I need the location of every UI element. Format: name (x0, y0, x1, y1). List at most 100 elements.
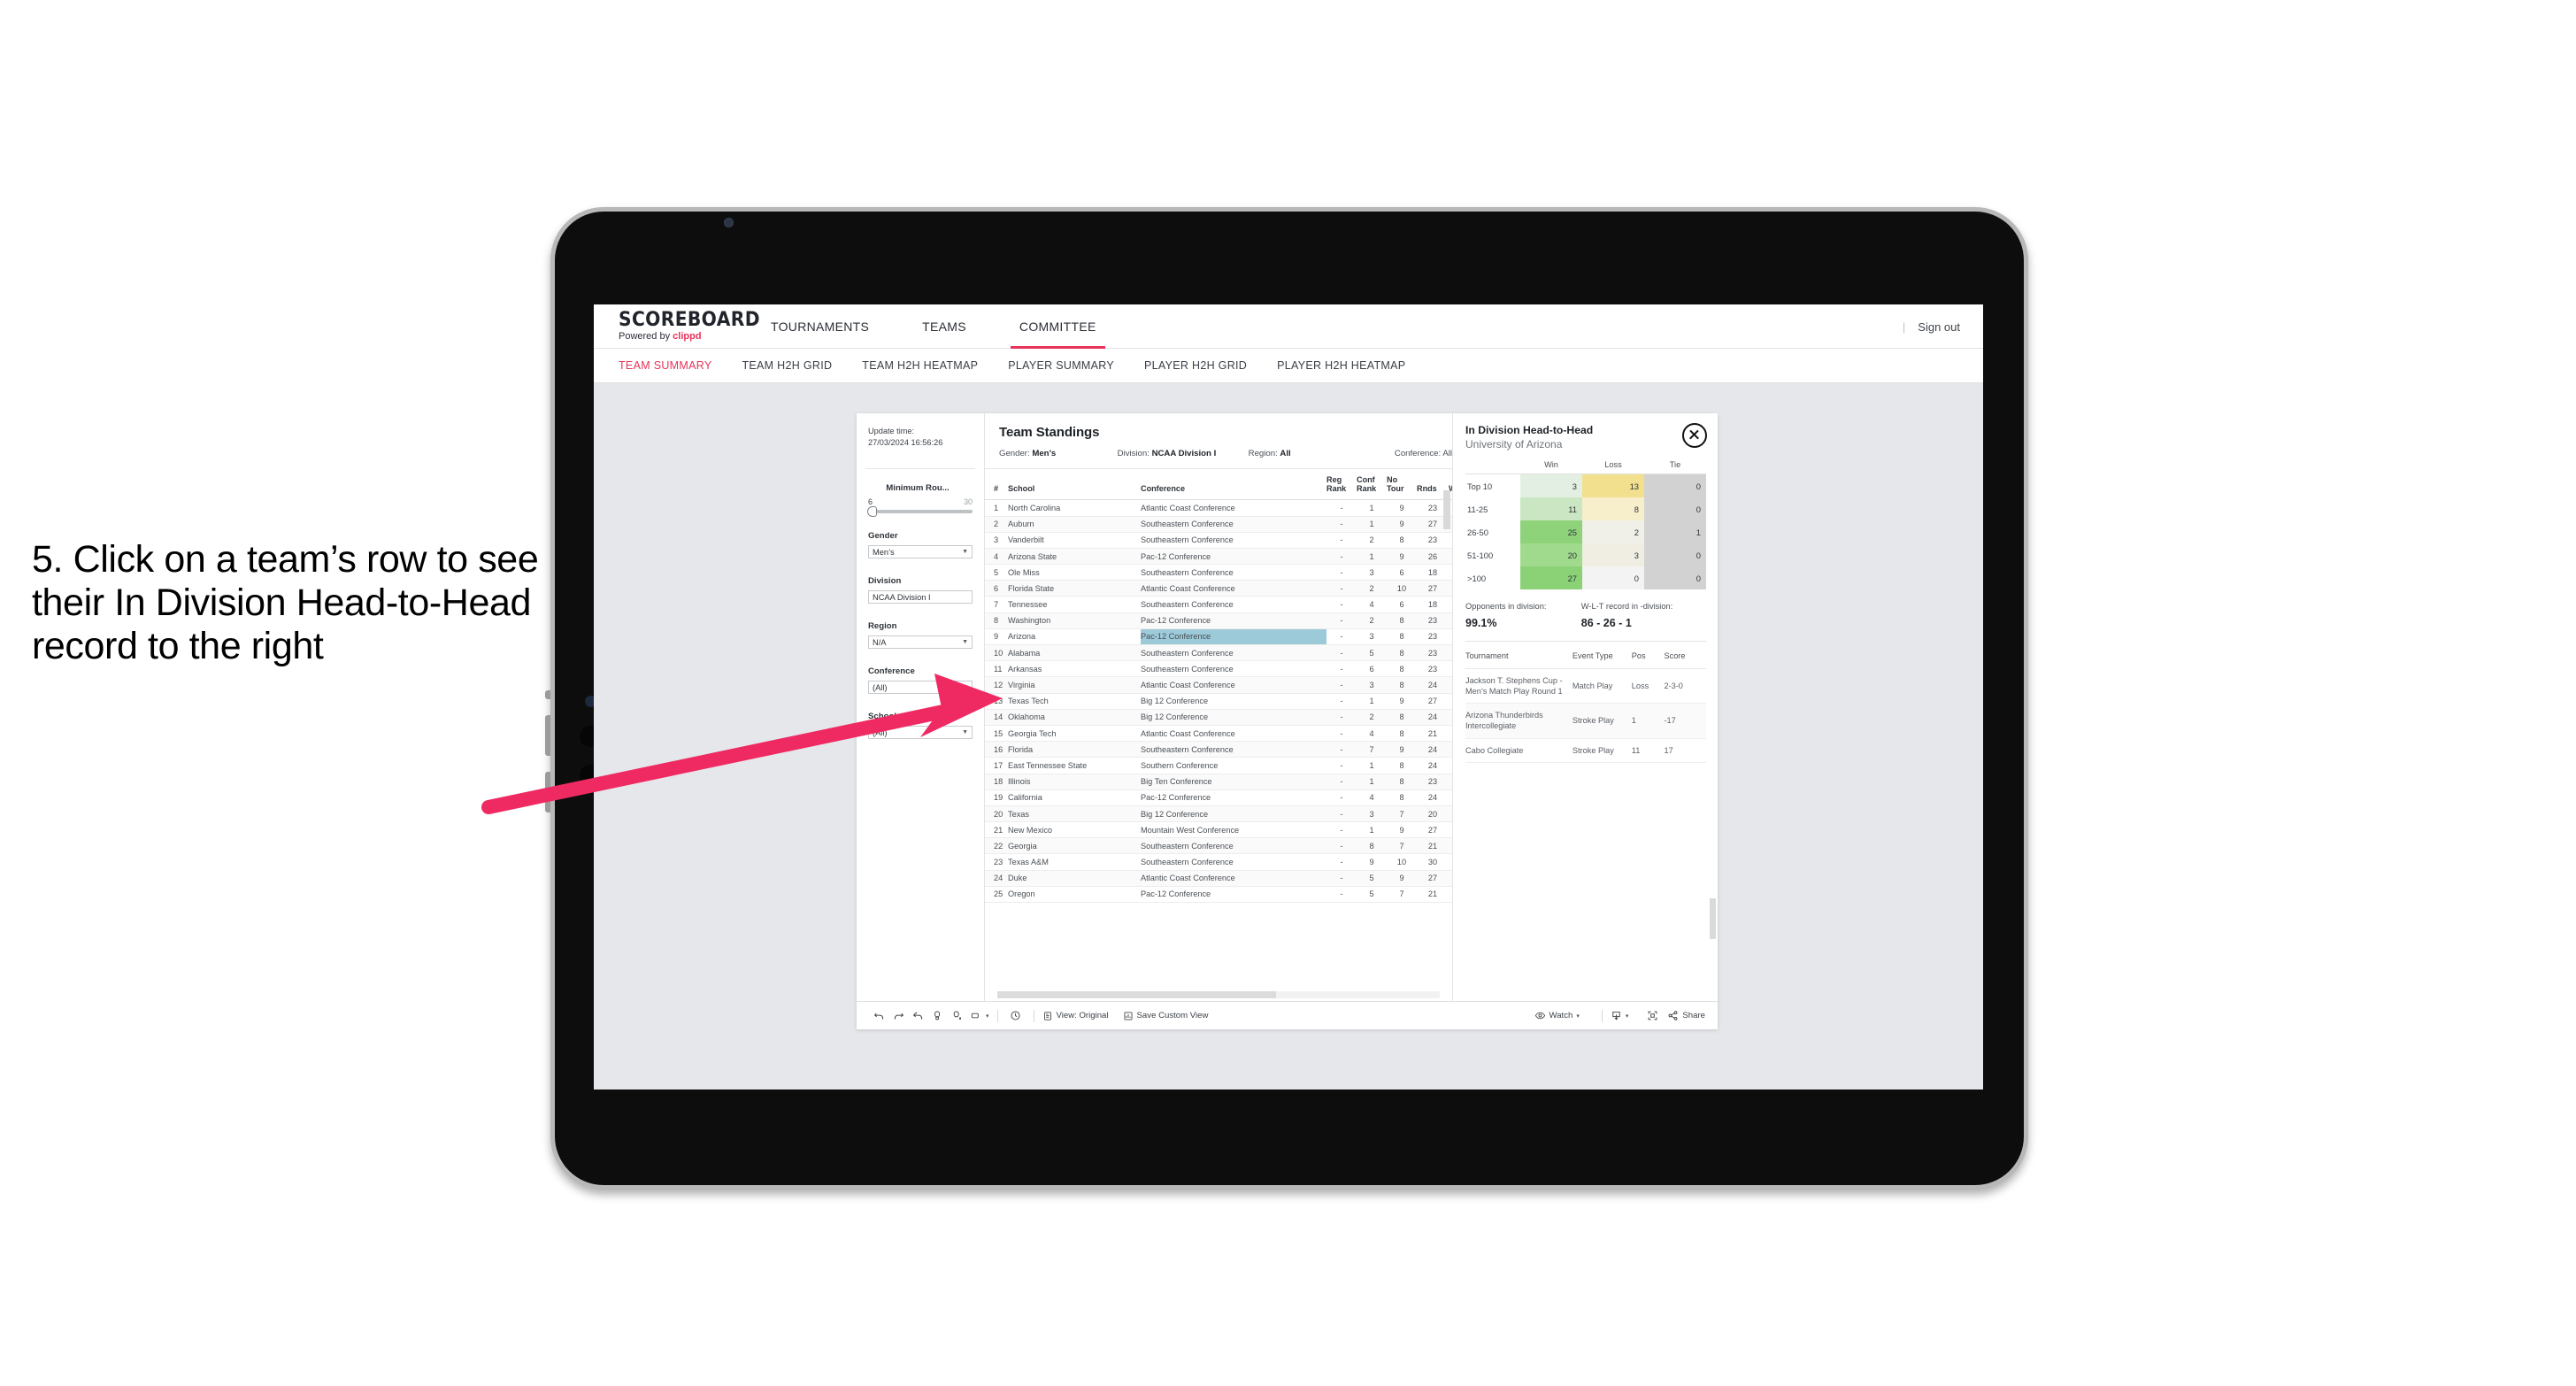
share-button[interactable]: Share (1667, 1010, 1705, 1021)
device-layout-icon[interactable] (966, 1006, 986, 1026)
tab-player-h2h-heatmap[interactable]: PLAYER H2H HEATMAP (1277, 359, 1405, 372)
division-select[interactable]: NCAA Division I (868, 590, 973, 604)
table-row[interactable]: 12 Virginia Atlantic Coast Conference -3 8 24… (985, 676, 1452, 694)
pause-refresh-icon[interactable] (947, 1006, 966, 1026)
filter-divider (865, 468, 975, 470)
page-root: 5. Click on a team’s row to see their In… (0, 0, 2576, 1386)
table-row[interactable]: 8WashingtonPac-12 Conference-28231 (985, 612, 1452, 629)
h2h-row: 51-100 20 3 0 (1465, 543, 1706, 566)
tab-player-h2h-grid[interactable]: PLAYER H2H GRID (1144, 359, 1247, 372)
fullscreen-icon[interactable] (1642, 1006, 1662, 1026)
table-row[interactable]: 6 Florida State Atlantic Coast Conference -… (985, 580, 1452, 597)
tab-team-h2h-heatmap[interactable]: TEAM H2H HEATMAP (862, 359, 978, 372)
cell-reg-rank: - (1326, 725, 1357, 743)
table-row[interactable]: 16FloridaSoutheastern Conference-79244 (985, 741, 1452, 758)
refresh-data-icon[interactable] (927, 1006, 947, 1026)
conference-select[interactable]: (All) ▼ (868, 681, 973, 695)
table-row[interactable]: 1 North Carolina Atlantic Coast Conference… (985, 499, 1452, 517)
table-row[interactable]: 5Ole MissSoutheastern Conference-36181 (985, 564, 1452, 581)
cell-conf-rank: 6 (1357, 660, 1387, 678)
table-row[interactable]: 22GeorgiaSoutheastern Conference-87211 (985, 837, 1452, 855)
cell-conference: Mountain West Conference (1141, 821, 1326, 839)
cell-reg-rank: - (1326, 676, 1357, 694)
nav-tournaments[interactable]: TOURNAMENTS (767, 304, 873, 349)
nav-teams[interactable]: TEAMS (919, 304, 970, 349)
detail-title: In Division Head-to-Head (1465, 424, 1594, 436)
cell-school: Auburn (1008, 516, 1141, 533)
col-conf-rank[interactable]: Conf Rank (1357, 469, 1387, 501)
table-row[interactable]: 23 Texas A&M Southeastern Conference -9 10 30… (985, 853, 1452, 871)
table-row[interactable]: 11ArkansasSoutheastern Conference-68232 (985, 660, 1452, 678)
table-row[interactable]: 4Arizona StatePac-12 Conference-19261 (985, 548, 1452, 566)
region-select[interactable]: N/A ▼ (868, 635, 973, 650)
tournament-row[interactable]: Cabo Collegiate Stroke Play 11 17 (1465, 738, 1706, 763)
table-row[interactable]: 19CaliforniaPac-12 Conference-48242 (985, 789, 1452, 806)
col-reg-rank[interactable]: Reg Rank (1326, 469, 1357, 501)
slider-handle[interactable] (867, 506, 877, 518)
download-button[interactable]: ▾ (1611, 1010, 1628, 1021)
layout-caret-icon[interactable]: ▾ (986, 1013, 989, 1020)
table-row[interactable]: 3VanderbiltSoutheastern Conference-28235 (985, 532, 1452, 549)
tab-team-summary[interactable]: TEAM SUMMARY (619, 359, 711, 372)
cell-conference: Big 12 Conference (1141, 693, 1326, 710)
tab-team-h2h-grid[interactable]: TEAM H2H GRID (742, 359, 832, 372)
tournament-scrollbar[interactable] (1710, 898, 1716, 939)
scrollbar-thumb[interactable] (997, 991, 1276, 998)
redo-icon[interactable] (888, 1006, 908, 1026)
cell-reg-rank: - (1326, 741, 1357, 758)
table-row[interactable]: 2AuburnSoutheastern Conference-19276 (985, 516, 1452, 533)
cell-event-type: Stroke Play (1572, 738, 1632, 763)
standings-vertical-scrollbar[interactable] (1443, 490, 1450, 529)
watch-label: Watch (1549, 1011, 1573, 1020)
minimum-rounds-slider[interactable] (867, 506, 973, 518)
gender-select[interactable]: Men’s ▼ (868, 545, 973, 559)
sign-out-link[interactable]: Sign out (1918, 320, 1960, 334)
table-row[interactable]: 10AlabamaSoutheastern Conference-58233 (985, 644, 1452, 662)
standings-horizontal-scrollbar[interactable] (997, 991, 1440, 998)
filter-gender: Gender Men’s ▼ (857, 531, 984, 559)
tournament-row[interactable]: Arizona Thunderbirds Intercollegiate Stro… (1465, 703, 1706, 739)
history-clock-icon[interactable] (1006, 1006, 1026, 1026)
watch-button[interactable]: Watch ▾ (1534, 1010, 1580, 1021)
close-icon[interactable] (1682, 423, 1707, 448)
record-label: W-L-T record in -division: (1580, 602, 1673, 611)
table-row[interactable]: 7TennesseeSoutheastern Conference-46182 (985, 596, 1452, 613)
undo-icon[interactable] (869, 1006, 888, 1026)
save-custom-view-button[interactable]: Save Custom View (1123, 1011, 1208, 1021)
table-row[interactable]: 25OregonPac-12 Conference-57210 (985, 886, 1452, 904)
table-row[interactable]: 15 Georgia Tech Atlantic Coast Conference -… (985, 725, 1452, 743)
h2h-col-loss: Loss (1582, 460, 1644, 474)
table-row[interactable]: 24DukeAtlantic Coast Conference-59271 (985, 870, 1452, 887)
col-conference[interactable]: Conference (1141, 469, 1326, 501)
tab-player-summary[interactable]: PLAYER SUMMARY (1008, 359, 1114, 372)
scoreboard-logo[interactable]: SCOREBOARD Powered by clippd (594, 311, 760, 342)
nav-committee[interactable]: COMMITTEE (1010, 304, 1105, 349)
dashboard-card: Update time: 27/03/2024 16:56:26 Minimum… (857, 413, 1718, 1029)
summary-opponents: Opponents in division: 99.1% (1465, 602, 1574, 629)
cell-school: Arizona State (1008, 548, 1141, 566)
col-no-tour[interactable]: No Tour (1387, 469, 1417, 501)
cell-pos: Loss (1631, 668, 1665, 705)
division-label: Division (868, 576, 902, 587)
table-row[interactable]: 18IllinoisBig Ten Conference-18233 (985, 774, 1452, 790)
col-rank[interactable]: # (985, 469, 1008, 501)
revert-icon[interactable] (908, 1006, 927, 1026)
conference-value: (All) (873, 682, 888, 692)
table-row[interactable]: 9ArizonaPac-12 Conference-38232 (985, 628, 1452, 646)
table-row[interactable]: 20TexasBig 12 Conference-37200 (985, 805, 1452, 823)
table-row[interactable]: 17 East Tennessee State Southern Conferenc… (985, 757, 1452, 774)
table-row[interactable]: 13Texas TechBig 12 Conference-19272 (985, 693, 1452, 710)
cell-no-tour: 9 (1387, 516, 1417, 533)
tournament-row[interactable]: Jackson T. Stephens Cup - Men’s Match Pl… (1465, 668, 1706, 705)
cell-rank: 7 (985, 596, 1008, 613)
table-row[interactable]: 14OklahomaBig 12 Conference-28242 (985, 709, 1452, 726)
cell-conference: Southeastern Conference (1141, 532, 1326, 549)
view-original-button[interactable]: View: Original (1042, 1011, 1109, 1021)
cell-rnds: 26 (1417, 548, 1449, 566)
col-school[interactable]: School (1008, 469, 1141, 501)
detail-header: In Division Head-to-Head University of A… (1453, 423, 1718, 450)
school-select[interactable]: (All) ▼ (868, 726, 973, 740)
cell-school: Texas (1008, 805, 1141, 823)
cell-rank: 17 (985, 757, 1008, 774)
table-row[interactable]: 21 New Mexico Mountain West Conference -1 9 2… (985, 821, 1452, 839)
